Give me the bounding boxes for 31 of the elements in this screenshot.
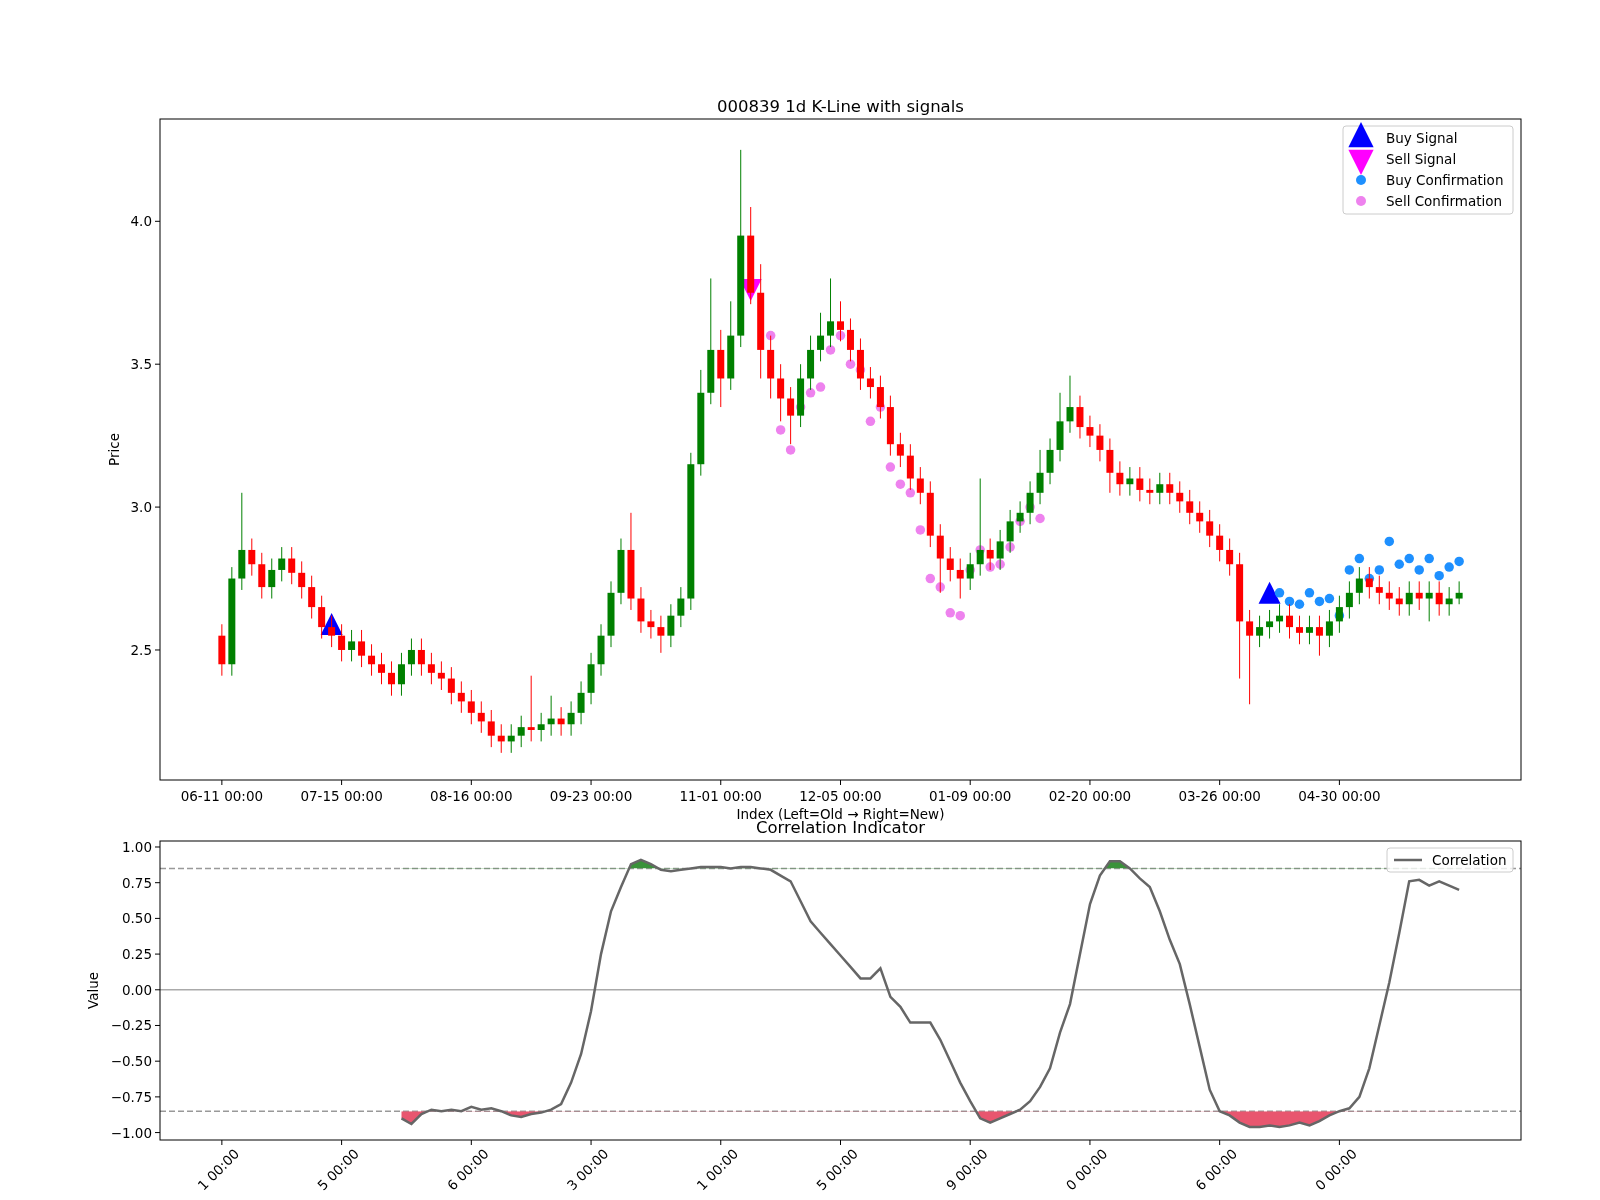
chart-title: 000839 1d K-Line with signals xyxy=(717,97,964,116)
y-tick-label: 4.0 xyxy=(130,213,152,230)
y-tick-label: 0.50 xyxy=(121,910,152,927)
y-tick-label: 3.0 xyxy=(130,499,152,516)
x-tick-label: 07-15 00:00 xyxy=(300,788,383,804)
legend-label: Buy Signal xyxy=(1386,130,1458,146)
x-tick-label: 09-23 00:00 xyxy=(549,788,633,804)
y-tick-label: 0.00 xyxy=(121,981,152,998)
legend-label: Sell Signal xyxy=(1386,151,1457,167)
y-tick-label: −1.00 xyxy=(110,1124,152,1141)
y-tick-label: 0.75 xyxy=(121,874,152,891)
x-tick-label: 02-20 00:00 xyxy=(1048,788,1132,804)
x-tick-label: 11-01 00:00 xyxy=(679,788,762,804)
y-tick-label: −0.25 xyxy=(110,1017,152,1034)
legend-label: Buy Confirmation xyxy=(1386,172,1504,188)
x-tick-label: 04-30 00:00 xyxy=(1298,788,1381,804)
y-tick-label: 3.5 xyxy=(130,356,152,373)
x-tick-label: 01-09 00:00 xyxy=(929,788,1012,804)
x-tick-label: 12-05 00:00 xyxy=(799,788,882,804)
y-tick-label: 0.25 xyxy=(121,946,152,963)
y-axis-label: Value xyxy=(85,971,101,1010)
y-tick-label: 1.00 xyxy=(121,839,152,855)
legend-label: Correlation xyxy=(1432,852,1507,868)
y-axis-label: Price xyxy=(106,433,122,466)
legend-label: Sell Confirmation xyxy=(1386,193,1502,209)
y-tick-label: −0.75 xyxy=(110,1088,152,1105)
y-tick-label: 2.5 xyxy=(130,641,152,658)
x-tick-label: 08-16 00:00 xyxy=(430,788,513,804)
x-tick-label: 03-26 00:00 xyxy=(1178,788,1261,804)
x-tick-label: 06-11 00:00 xyxy=(180,788,264,804)
y-tick-label: −0.50 xyxy=(110,1053,152,1070)
